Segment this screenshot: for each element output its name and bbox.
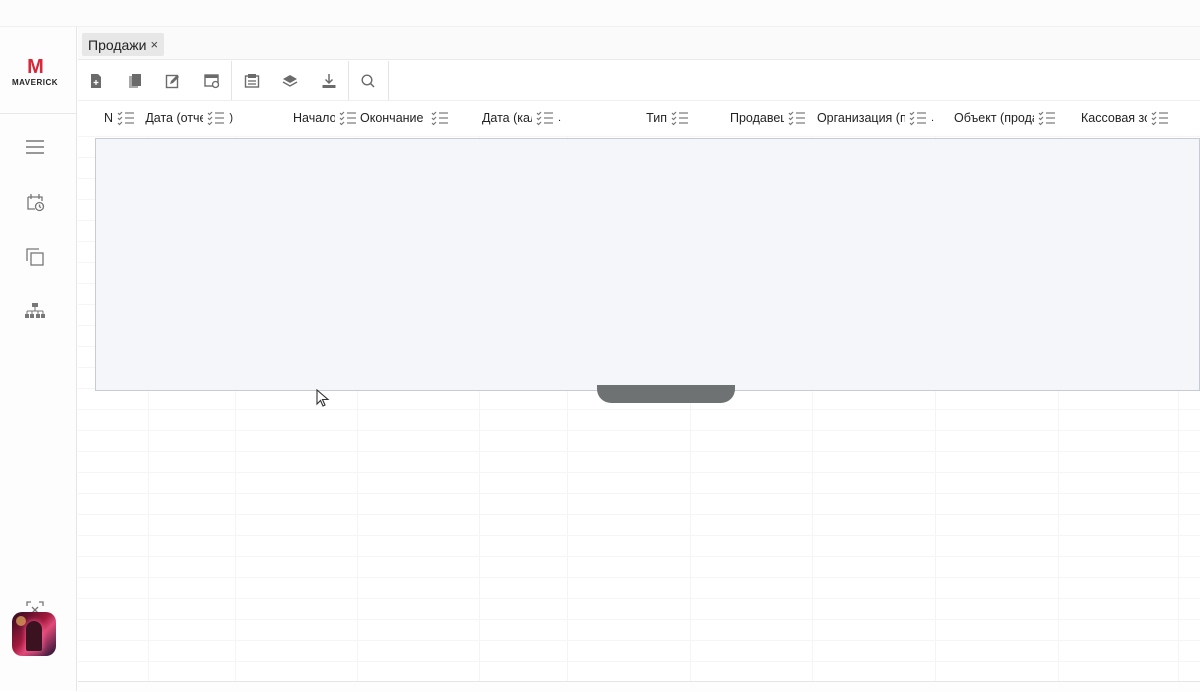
bottom-bar	[78, 681, 1200, 692]
column-header[interactable]: Начало	[267, 103, 357, 133]
column-label: Тип	[646, 111, 667, 125]
settings-table-icon[interactable]	[200, 69, 224, 93]
column-filter-icon[interactable]	[339, 109, 357, 127]
avatar-figure	[26, 621, 42, 651]
column-filter-icon[interactable]	[431, 109, 449, 127]
column-label-suffix: )	[229, 112, 233, 124]
column-label-suffix: .	[557, 112, 561, 124]
tab-sales[interactable]: Продажи ×	[82, 33, 165, 56]
column-label: Продавец	[730, 111, 784, 125]
grid-row-line	[78, 598, 1200, 599]
column-header[interactable]: Тип	[600, 103, 689, 133]
tab-bar: Продажи ×	[78, 27, 1200, 60]
table-header: N Дата (отче) Начало Окончание прод Дата (ка…	[78, 103, 1200, 133]
column-filter-icon[interactable]	[117, 109, 135, 127]
user-avatar[interactable]	[12, 612, 56, 656]
column-header[interactable]: Продавец	[710, 103, 806, 133]
loading-overlay	[95, 138, 1200, 391]
column-label: Организация (пр	[816, 111, 905, 125]
overlay-handle	[597, 385, 735, 403]
grid-row-line	[78, 493, 1200, 494]
column-filter-icon[interactable]	[1038, 109, 1056, 127]
layers-icon[interactable]	[278, 69, 302, 93]
toolbar-separator	[388, 61, 389, 100]
grid-row-line	[78, 577, 1200, 578]
app-logo[interactable]: M MAVERICK	[0, 57, 70, 87]
download-icon[interactable]	[317, 69, 341, 93]
menu-icon[interactable]	[22, 134, 48, 160]
column-header[interactable]: Дата (отче)	[144, 103, 233, 133]
logo-wordmark: MAVERICK	[11, 78, 59, 87]
avatar-light	[16, 616, 26, 626]
grid-row-line	[78, 556, 1200, 557]
column-label: Начало	[293, 111, 335, 125]
column-label: Окончание прод	[360, 111, 427, 125]
sidebar-divider	[0, 113, 76, 114]
grid-row-line	[78, 661, 1200, 662]
windows-icon[interactable]	[22, 244, 48, 270]
org-structure-icon[interactable]	[22, 299, 48, 325]
grid-row-line	[78, 619, 1200, 620]
logo-mark: M	[27, 56, 44, 78]
grid-row-line	[78, 535, 1200, 536]
column-label: Кассовая зон	[1081, 111, 1147, 125]
toolbar	[78, 61, 1200, 101]
tab-close-icon[interactable]: ×	[150, 37, 158, 52]
column-header[interactable]: Дата (кал.	[472, 103, 561, 133]
grid-row-line	[78, 430, 1200, 431]
column-filter-icon[interactable]	[207, 109, 225, 127]
toolbar-separator	[231, 61, 232, 100]
column-filter-icon[interactable]	[671, 109, 689, 127]
column-header[interactable]: N	[98, 103, 135, 133]
grid-row-line	[78, 136, 1200, 137]
column-header[interactable]: Организация (пр.	[811, 103, 934, 133]
search-icon[interactable]	[356, 69, 380, 93]
column-header[interactable]: Окончание прод	[360, 103, 449, 133]
grid-row-line	[78, 514, 1200, 515]
column-label: Дата (кал	[481, 111, 532, 125]
edit-icon[interactable]	[161, 69, 185, 93]
grid-row-line	[78, 451, 1200, 452]
report-icon[interactable]	[240, 69, 264, 93]
column-filter-icon[interactable]	[909, 109, 927, 127]
top-strip	[0, 0, 1200, 27]
new-document-icon[interactable]	[84, 69, 108, 93]
column-filter-icon[interactable]	[536, 109, 554, 127]
column-filter-icon[interactable]	[1151, 109, 1169, 127]
copy-icon[interactable]	[123, 69, 147, 93]
column-label: Дата (отче	[145, 111, 204, 125]
column-header[interactable]: Кассовая зон	[1070, 103, 1169, 133]
column-label: N	[103, 111, 113, 125]
column-header[interactable]: Объект (прода	[934, 103, 1056, 133]
mouse-cursor	[316, 388, 332, 412]
grid-row-line	[78, 409, 1200, 410]
grid-row-line	[78, 472, 1200, 473]
toolbar-separator	[348, 61, 349, 100]
column-filter-icon[interactable]	[788, 109, 806, 127]
calendar-clock-icon[interactable]	[22, 189, 48, 215]
column-label: Объект (прода	[954, 111, 1034, 125]
sidebar: M MAVERICK	[0, 27, 77, 691]
grid-row-line	[78, 640, 1200, 641]
tab-label: Продажи	[88, 36, 147, 53]
